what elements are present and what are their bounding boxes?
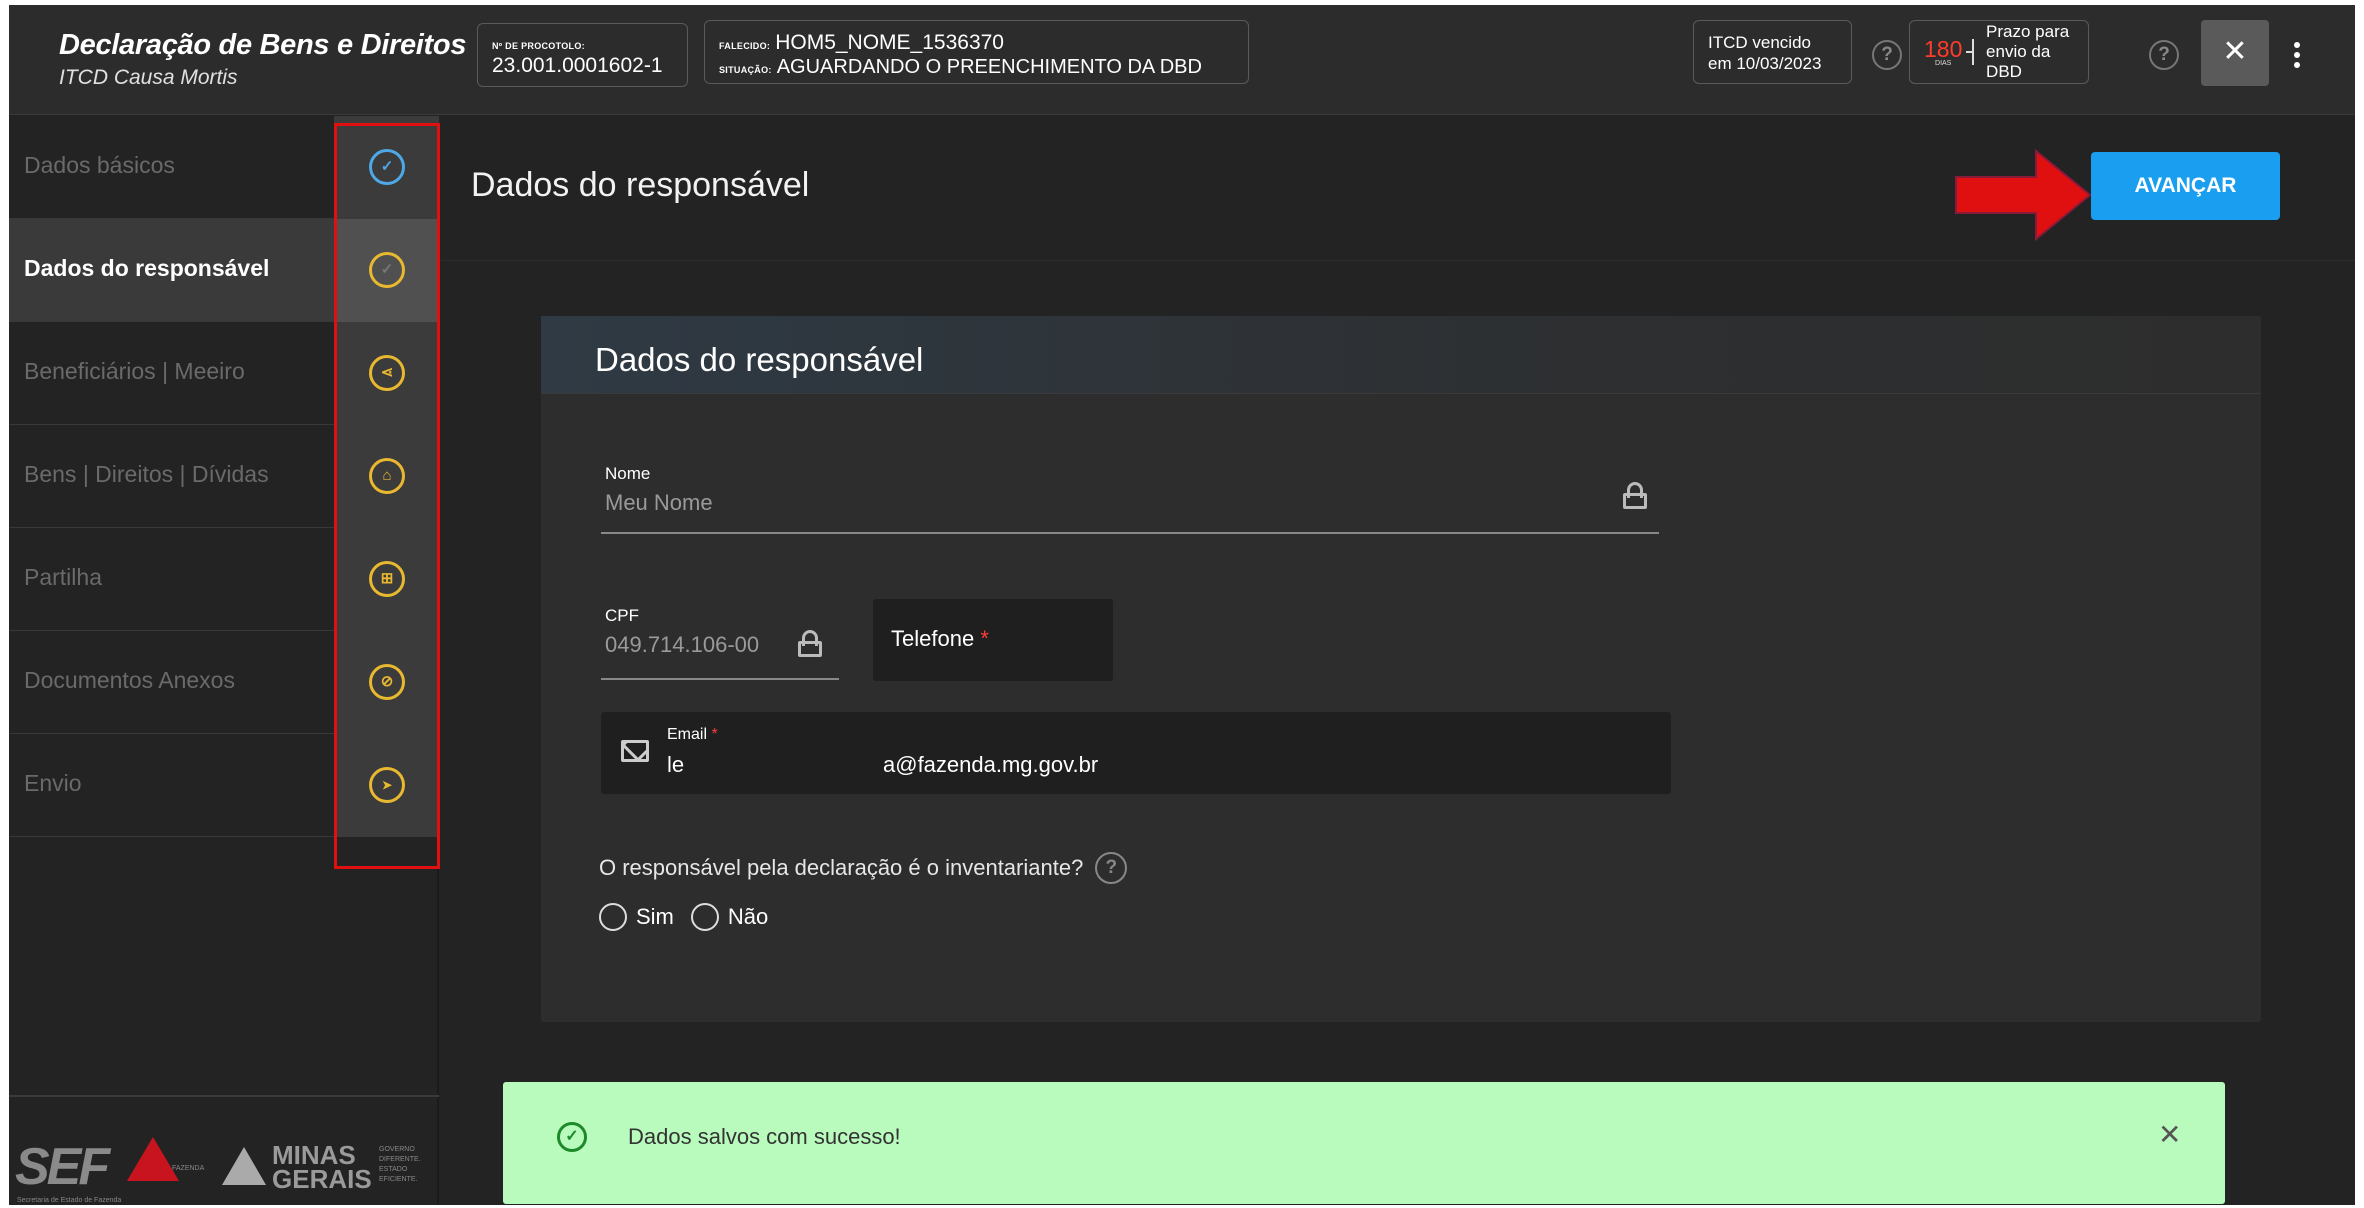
email-value-end: a@fazenda.mg.gov.br [883,752,1099,777]
radio-circle[interactable] [690,903,719,931]
sef-logo: SEF [15,1138,110,1196]
inventariante-radio-group: Sim Não [599,903,785,931]
radio-option-sim[interactable]: Sim [599,903,674,931]
radio-circle[interactable] [599,903,627,931]
deadline-line1: Prazo para [1986,22,2070,41]
phone-field[interactable]: Telefone * [873,599,1113,681]
required-mark: * [980,626,989,651]
sidebar-item-label: Beneficiários | Meeiro [24,358,245,384]
status-chip: FALECIDO: HOM5_NOME_1536370 SITUAÇÃO: AG… [704,20,1249,84]
annotation-arrow-icon [1955,149,2092,241]
itcd-due-chip: ITCD vencido em 10/03/2023 [1693,20,1852,84]
cpf-label: CPF [605,606,639,625]
annotation-highlight-box [334,123,440,869]
sidebar-item-label: Documentos Anexos [24,667,235,693]
itcd-line2: em 10/03/2023 [1708,54,1822,73]
close-button[interactable]: ✕ [2201,20,2269,86]
mail-icon [621,740,649,762]
toast-message: Dados salvos com sucesso! [628,1124,901,1149]
deadline-line2: envio da DBD [1986,42,2051,81]
cpf-field[interactable]: CPF 049.714.106-00 [601,606,839,680]
itcd-line1: ITCD vencido [1708,33,1811,52]
brand: Declaração de Bens e Direitos ITCD Causa… [59,29,466,90]
help-icon[interactable]: ? [1095,852,1128,884]
help-icon[interactable]: ? [2149,40,2179,70]
sidebar-item-label: Envio [24,770,82,796]
app-header: Declaração de Bens e Direitos ITCD Causa… [9,5,2355,115]
protocol-value: 23.001.0001602-1 [492,54,663,77]
close-icon[interactable]: ✕ [2158,1118,2181,1151]
lock-icon [1623,482,1647,509]
help-icon[interactable]: ? [1872,40,1902,70]
phone-label: Telefone [891,626,975,651]
sef-logo-mark [127,1137,179,1181]
lock-icon [798,630,822,657]
protocol-label: Nº DE PROCOTOLO: [492,41,585,51]
sidebar-item-label: Dados básicos [24,152,175,178]
situacao-label: SITUAÇÃO: [719,65,772,75]
success-toast: ✓ Dados salvos com sucesso! ✕ [503,1082,2225,1204]
advance-button[interactable]: AVANÇAR [2091,152,2280,220]
deadline-divider [1967,39,1975,65]
app-title: Declaração de Bens e Direitos [59,29,467,61]
minas-gerais-logo-mark [222,1147,266,1185]
name-value: Meu Nome [605,490,713,515]
sidebar-item-label: Dados do responsável [24,255,270,281]
email-value-start: le [667,752,685,777]
divider [441,260,2355,261]
deadline-days: 180 [1924,35,1963,62]
radio-option-nao[interactable]: Não [690,903,769,931]
email-field[interactable]: Email * le a@fazenda.mg.gov.br [601,712,1671,794]
question-text: O responsável pela declaração é o invent… [599,855,1084,880]
footer-logos: SEF Secretaria de Estado de Fazenda FAZE… [9,1095,439,1205]
deadline-chip: 180 DIAS Prazo para envio da DBD [1909,20,2089,84]
main-content: Dados do responsável AVANÇAR Dados do re… [441,116,2355,1205]
sidebar-item-label: Partilha [24,564,102,590]
falecido-value: HOM5_NOME_1536370 [775,31,1004,54]
protocol-chip: Nº DE PROCOTOLO: 23.001.0001602-1 [477,23,688,87]
app-window: Declaração de Bens e Direitos ITCD Causa… [9,5,2355,1205]
inventariante-question: O responsável pela declaração é o invent… [599,852,1128,884]
card-title: Dados do responsável [595,341,924,378]
app-subtitle: ITCD Causa Mortis [59,66,238,89]
responsible-form-card: Dados do responsável Nome Meu Nome CPF 0… [541,316,2261,1022]
check-circle-icon: ✓ [557,1122,587,1152]
gov-slogan: GOVERNO DIFERENTE. ESTADO EFICIENTE. [379,1146,421,1183]
radio-label: Não [727,904,769,929]
name-field[interactable]: Nome Meu Nome [601,464,1659,534]
situacao-value: AGUARDANDO O PREENCHIMENTO DA DBD [776,56,1202,78]
name-label: Nome [605,464,651,483]
sef-logo-caption: Secretaria de Estado de Fazenda [17,1197,122,1204]
minas-gerais-logo: MINAS GERAIS [272,1140,372,1194]
fazenda-caption: FAZENDA [172,1165,205,1172]
page-title: Dados do responsável [471,166,810,204]
falecido-label: FALECIDO: [719,41,771,51]
more-options-icon[interactable] [2294,42,2302,68]
radio-label: Sim [636,904,674,929]
sidebar-item-label: Bens | Direitos | Dívidas [24,461,269,487]
email-label: Email * [667,726,718,743]
